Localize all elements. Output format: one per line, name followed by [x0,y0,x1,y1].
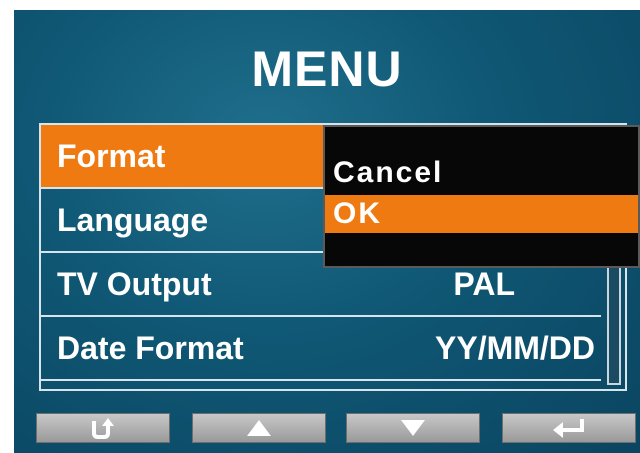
popup-option-cancel[interactable]: Cancel [325,154,638,192]
camera-menu-screen: MENU Format Language TV Output PAL Date … [14,10,640,453]
down-arrow-icon [400,419,426,437]
menu-item-label: TV Output [57,266,212,302]
down-button[interactable] [346,413,480,443]
menu-item-label: Date Format [57,330,244,366]
up-arrow-icon [246,419,272,437]
menu-item-value: YY/MM/DD [435,330,595,366]
menu-item-date-format[interactable]: Date Format YY/MM/DD [41,317,601,381]
menu-item-label: Format [57,138,166,174]
menu-item-label: Language [57,202,209,238]
back-icon [88,417,118,439]
button-bar [36,413,636,443]
page-title: MENU [251,41,403,97]
menu-item-value: PAL [453,266,515,302]
enter-button[interactable] [502,413,636,443]
back-button[interactable] [36,413,170,443]
popup-option-ok[interactable]: OK [325,195,638,233]
enter-icon [550,417,588,439]
up-button[interactable] [192,413,326,443]
format-confirm-popup: Cancel OK [323,125,640,268]
